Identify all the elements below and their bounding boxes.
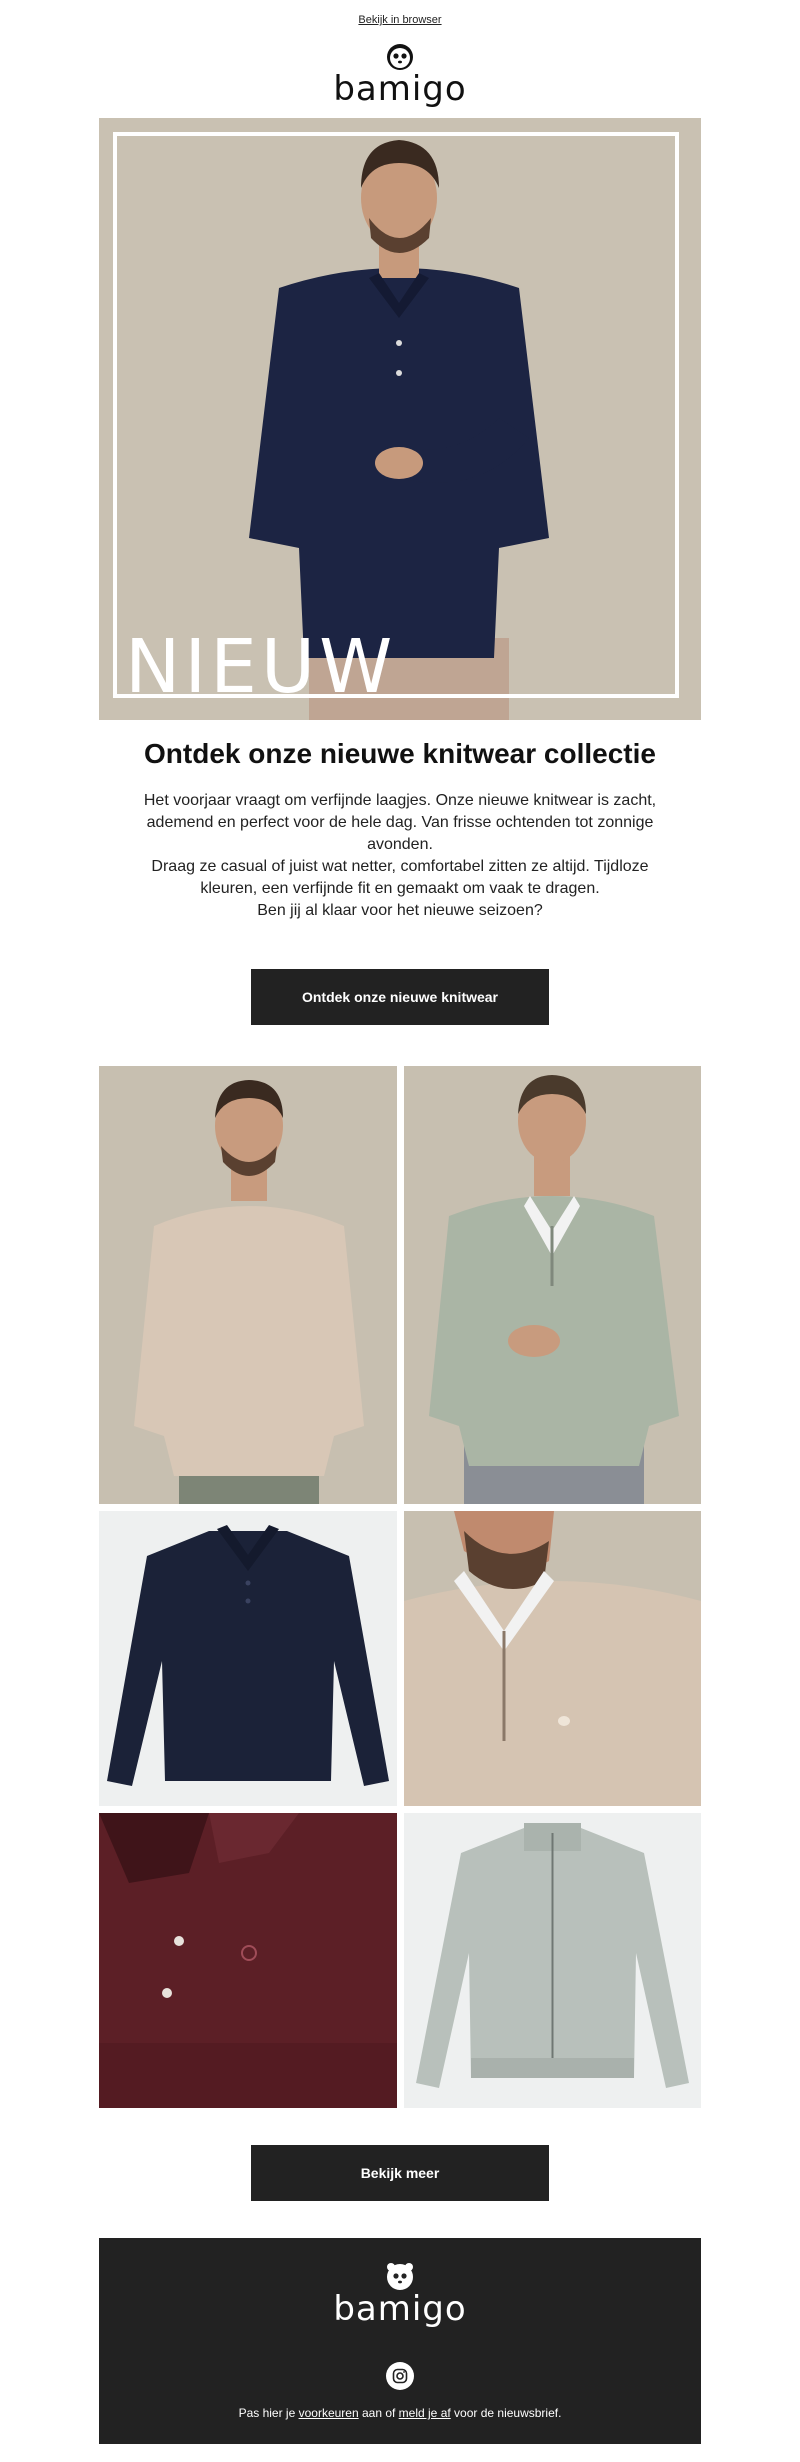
intro-paragraph-1: Het voorjaar vraagt om verfijnde laagjes…	[143, 792, 657, 853]
view-more-button[interactable]: Bekijk meer	[251, 2145, 549, 2201]
product-tile-6[interactable]	[404, 1813, 701, 2108]
product-image-navy-polo	[99, 1511, 397, 1806]
intro-text: Het voorjaar vraagt om verfijnde laagjes…	[140, 790, 660, 922]
intro-paragraph-3: Ben jij al klaar voor het nieuwe seizoen…	[257, 902, 543, 919]
unsubscribe-link[interactable]: meld je af	[399, 2406, 451, 2420]
footer-text-after: voor de nieuwsbrief.	[450, 2406, 562, 2420]
product-tile-5[interactable]	[99, 1813, 397, 2108]
intro-paragraph-2: Draag ze casual of juist wat netter, com…	[151, 858, 649, 897]
footer-logo-wordmark: bamigo	[333, 2289, 467, 2329]
hero-overlay-text: NIEUW	[125, 624, 397, 710]
hero-image[interactable]: NIEUW	[99, 118, 701, 720]
product-tile-4[interactable]	[404, 1511, 701, 1806]
footer-text-middle: aan of	[358, 2406, 399, 2420]
product-image-sage-zip-sweater	[404, 1066, 701, 1504]
product-tile-3[interactable]	[99, 1511, 397, 1806]
footer-preferences-text: Pas hier je voorkeuren aan of meld je af…	[99, 2406, 701, 2420]
main-headline: Ontdek onze nieuwe knitwear collectie	[144, 738, 656, 769]
discover-knitwear-button[interactable]: Ontdek onze nieuwe knitwear	[251, 969, 549, 1025]
product-tile-2[interactable]	[404, 1066, 701, 1504]
hero-frame	[113, 132, 679, 698]
brand-logo[interactable]: bamigo	[0, 40, 800, 106]
product-image-beige-polo	[99, 1066, 397, 1504]
logo-wordmark: bamigo	[333, 69, 467, 109]
footer-logo[interactable]: bamigo	[99, 2260, 701, 2326]
preferences-link[interactable]: voorkeuren	[299, 2406, 359, 2420]
product-image-burgundy-polo	[99, 1813, 397, 2108]
panda-icon	[387, 44, 413, 70]
product-image-beige-zip-sweater	[404, 1511, 701, 1806]
footer-text-before: Pas hier je	[238, 2406, 299, 2420]
product-tile-1[interactable]	[99, 1066, 397, 1504]
email-page: Bekijk in browser bamigo NIEUW Ontdek on…	[0, 0, 800, 2462]
instagram-button[interactable]	[386, 2362, 414, 2390]
view-in-browser-link[interactable]: Bekijk in browser	[0, 14, 800, 26]
product-image-grey-zip-cardigan	[404, 1813, 701, 2108]
footer: bamigo Pas hier je voorkeuren aan of mel…	[99, 2238, 701, 2444]
panda-icon	[387, 2263, 413, 2290]
instagram-icon	[392, 2368, 408, 2384]
